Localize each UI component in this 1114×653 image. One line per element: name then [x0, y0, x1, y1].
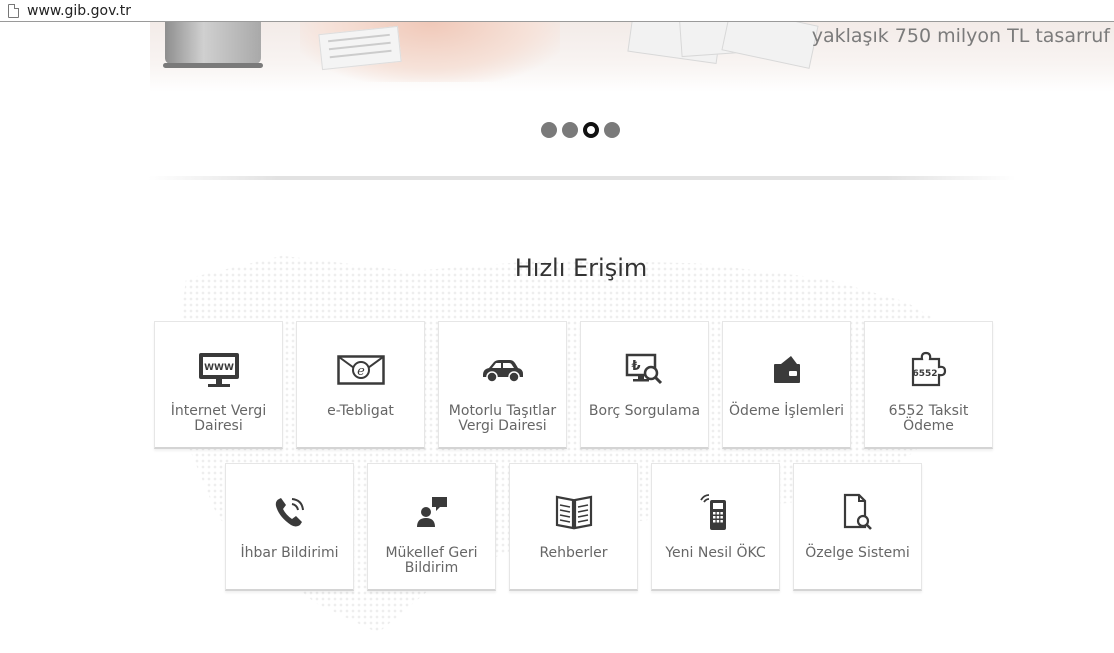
page-icon [8, 3, 19, 18]
car-icon [439, 350, 566, 390]
url-text[interactable]: www.gib.gov.tr [27, 3, 131, 19]
tile-label: İnternet Vergi Dairesi [170, 403, 267, 434]
open-book-icon [510, 492, 637, 532]
tile-odeme-islemleri[interactable]: Ödeme İşlemleri [722, 321, 851, 449]
phone-icon [226, 492, 353, 532]
tile-borc-sorgulama[interactable]: ₺ Borç Sorgulama [580, 321, 709, 449]
section-divider [148, 176, 1016, 180]
slider-dot-2[interactable] [562, 122, 578, 138]
tile-label: Borç Sorgulama [588, 403, 701, 419]
tile-ozelge-sistemi[interactable]: Özelge Sistemi [793, 463, 922, 591]
puzzle-6552-icon: 6552 [865, 350, 992, 390]
tile-label: Yeni Nesil ÖKC [665, 545, 766, 561]
slider-dot-3-active[interactable] [583, 122, 599, 138]
svg-text:₺: ₺ [631, 359, 640, 374]
tile-e-tebligat[interactable]: e e-Tebligat [296, 321, 425, 449]
paper-stack-illustration [627, 22, 830, 70]
hero-slide-image: yaklaşık 750 milyon TL tasarruf [0, 22, 1114, 102]
hero-caption: yaklaşık 750 milyon TL tasarruf [811, 25, 1110, 47]
slider-dot-4[interactable] [604, 122, 620, 138]
www-icon-text: WWW [204, 363, 234, 373]
e-mail-envelope-icon: e [297, 350, 424, 390]
person-speech-icon [368, 492, 495, 532]
tile-6552-taksit[interactable]: 6552 6552 Taksit Ödeme [864, 321, 993, 449]
slider-pagination [541, 122, 620, 138]
tile-label: Mükellef Geri Bildirim [385, 545, 478, 576]
tile-label: Özelge Sistemi [805, 545, 910, 561]
tile-label: İhbar Bildirimi [240, 545, 339, 561]
taksit-icon-text: 6552 [912, 369, 937, 379]
tile-rehberler[interactable]: Rehberler [509, 463, 638, 591]
tile-motorlu-tasitlar[interactable]: Motorlu Taşıtlar Vergi Dairesi [438, 321, 567, 449]
tile-label: 6552 Taksit Ödeme [888, 403, 969, 434]
monitor-stand-illustration [163, 22, 263, 68]
tile-label: e-Tebligat [327, 403, 394, 419]
svg-text:e: e [357, 364, 365, 379]
document-search-icon [794, 492, 921, 532]
tile-mukellef-geri-bildirim[interactable]: Mükellef Geri Bildirim [367, 463, 496, 591]
tile-ihbar-bildirimi[interactable]: İhbar Bildirimi [225, 463, 354, 591]
pos-terminal-icon [652, 492, 779, 532]
www-monitor-icon: WWW [155, 350, 282, 390]
address-bar[interactable]: www.gib.gov.tr [0, 0, 1114, 22]
tile-yeni-nesil-okc[interactable]: Yeni Nesil ÖKC [651, 463, 780, 591]
wallet-card-icon [723, 350, 850, 390]
lira-search-icon: ₺ [581, 350, 708, 390]
tile-label: Motorlu Taşıtlar Vergi Dairesi [448, 403, 557, 434]
tile-label: Ödeme İşlemleri [729, 403, 844, 419]
slider-dot-1[interactable] [541, 122, 557, 138]
tile-label: Rehberler [539, 545, 608, 561]
quick-access-title: Hızlı Erişim [514, 254, 648, 282]
tile-internet-vergi-dairesi[interactable]: WWW İnternet Vergi Dairesi [154, 321, 283, 449]
